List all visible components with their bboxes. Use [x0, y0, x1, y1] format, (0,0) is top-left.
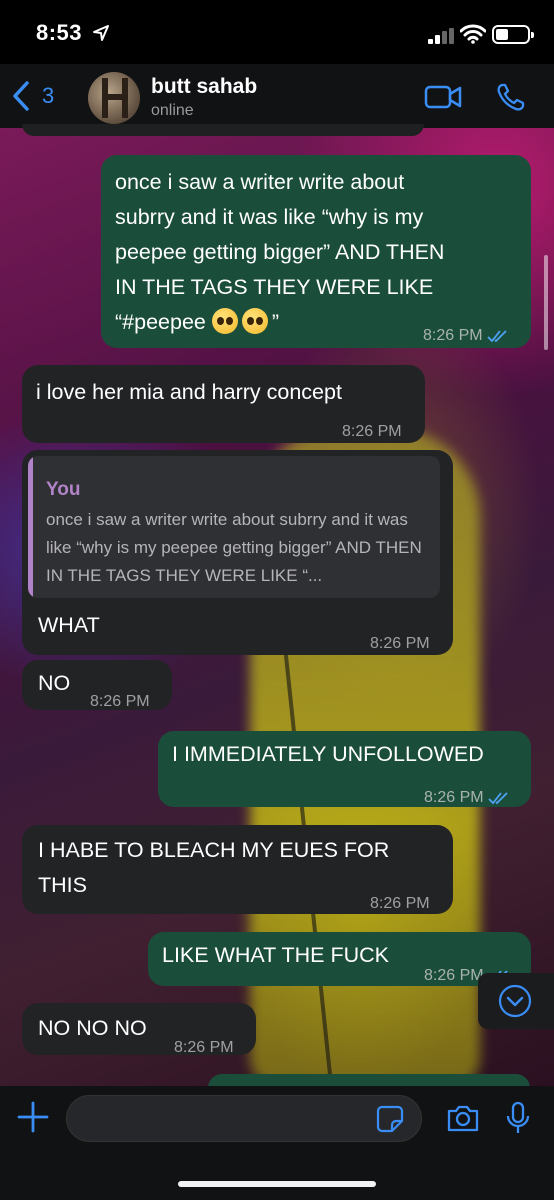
chat-header: 3 butt sahab online	[0, 64, 554, 128]
scroll-indicator[interactable]	[544, 255, 548, 350]
plus-icon[interactable]	[16, 1100, 50, 1134]
quote-author: You	[46, 479, 81, 500]
contact-status: online	[151, 102, 194, 119]
message-text: I IMMEDIATELY UNFOLLOWED	[172, 742, 484, 766]
message-text: i love her mia and harry concept	[36, 380, 342, 404]
read-ticks-icon	[486, 329, 507, 342]
message-composer	[0, 1086, 554, 1200]
scroll-down-icon	[498, 984, 532, 1018]
pleading-face-emoji	[241, 308, 268, 334]
location-arrow-icon	[93, 25, 109, 41]
message-time: 8:26 PM	[174, 1039, 234, 1056]
message-text: NO	[38, 671, 71, 695]
message-text: WHAT	[38, 613, 100, 637]
partial-message-above	[22, 124, 424, 136]
message-time: 8:26 PM	[424, 789, 484, 806]
message-time: 8:26 PM	[424, 967, 484, 984]
message-outgoing[interactable]: LIKE WHAT THE FUCK 8:26 PM	[148, 932, 531, 986]
message-text: LIKE WHAT THE FUCK	[162, 943, 389, 967]
quote-bar	[28, 456, 33, 598]
contact-avatar[interactable]	[88, 72, 140, 124]
status-time: 8:53	[36, 20, 83, 45]
message-text: I HABE TO BLEACH MY EUES FOR THIS	[38, 838, 390, 897]
message-text-last-line: “#peepee ”	[115, 305, 279, 340]
battery-icon	[492, 25, 534, 44]
message-incoming[interactable]: i love her mia and harry concept 8:26 PM	[22, 365, 425, 443]
message-incoming[interactable]: NO 8:26 PM	[22, 660, 172, 710]
read-ticks-icon	[487, 791, 508, 804]
signal-icon	[428, 28, 454, 44]
message-outgoing[interactable]: I IMMEDIATELY UNFOLLOWED 8:26 PM	[158, 731, 531, 807]
message-text-tail: “#peepee	[115, 310, 206, 334]
message-input[interactable]	[66, 1095, 422, 1142]
message-meta: 8:26 PM	[423, 318, 509, 353]
wifi-icon	[460, 24, 486, 44]
phone-icon[interactable]	[496, 82, 526, 112]
microphone-icon[interactable]	[505, 1101, 531, 1135]
back-chevron-icon	[13, 81, 29, 111]
quote-text: once i saw a writer write about subrry a…	[46, 510, 422, 585]
status-bar: 8:53	[0, 0, 554, 64]
back-button[interactable]: 3	[10, 80, 54, 112]
scroll-to-bottom-button[interactable]	[478, 973, 554, 1029]
message-incoming[interactable]: I HABE TO BLEACH MY EUES FOR THIS 8:26 P…	[22, 825, 453, 914]
message-meta: 8:26 PM	[424, 780, 510, 815]
message-text: NO NO NO	[38, 1016, 147, 1040]
camera-icon[interactable]	[446, 1103, 480, 1133]
pleading-face-emoji	[211, 308, 238, 334]
home-indicator[interactable]	[178, 1181, 376, 1187]
quoted-message[interactable]: You once i saw a writer write about subr…	[28, 456, 440, 598]
message-outgoing[interactable]: once i saw a writer write about subrry a…	[101, 155, 531, 348]
sticker-icon[interactable]	[376, 1105, 404, 1133]
unread-count: 3	[42, 83, 55, 108]
message-text: once i saw a writer write about subrry a…	[115, 170, 445, 299]
contact-name[interactable]: butt sahab	[151, 75, 257, 99]
message-time: 8:26 PM	[342, 423, 402, 440]
message-text-close: ”	[271, 310, 280, 334]
message-time: 8:26 PM	[370, 895, 430, 912]
message-incoming-reply[interactable]: You once i saw a writer write about subr…	[22, 450, 453, 655]
message-time: 8:26 PM	[90, 693, 150, 710]
video-call-icon[interactable]	[424, 84, 462, 110]
message-incoming[interactable]: NO NO NO 8:26 PM	[22, 1003, 256, 1056]
message-time: 8:26 PM	[423, 327, 483, 344]
message-time: 8:26 PM	[370, 635, 430, 652]
